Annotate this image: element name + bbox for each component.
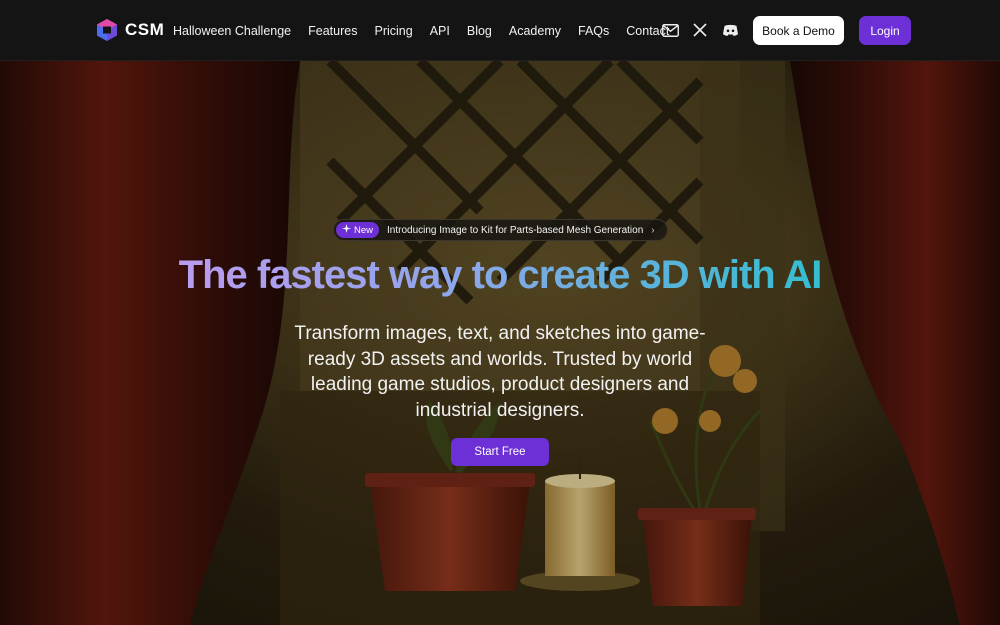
announcement-pill[interactable]: New Introducing Image to Kit for Parts-b… [333, 219, 668, 241]
new-badge: New [336, 222, 380, 238]
discord-icon[interactable] [721, 21, 739, 39]
mail-icon[interactable] [661, 21, 679, 39]
start-free-button[interactable]: Start Free [451, 438, 549, 466]
nav-features[interactable]: Features [308, 24, 357, 38]
nav-pricing[interactable]: Pricing [374, 24, 412, 38]
nav-halloween-challenge[interactable]: Halloween Challenge [173, 24, 291, 38]
nav-api[interactable]: API [430, 24, 450, 38]
login-button[interactable]: Login [859, 16, 911, 45]
announcement-text: Introducing Image to Kit for Parts-based… [387, 224, 644, 236]
social-links [661, 21, 739, 39]
hero-subtitle: Transform images, text, and sketches int… [294, 323, 706, 421]
nav-blog[interactable]: Blog [467, 24, 492, 38]
chevron-right-icon: › [651, 224, 655, 236]
sparkle-icon [342, 224, 351, 236]
new-badge-label: New [354, 224, 374, 236]
logo[interactable]: CSM [95, 18, 164, 42]
csm-logo-icon [95, 18, 119, 42]
nav-academy[interactable]: Academy [509, 24, 561, 38]
main-menu: Halloween Challenge Features Pricing API… [173, 0, 686, 61]
book-demo-button[interactable]: Book a Demo [753, 16, 844, 45]
hero-headline: The fastest way to create 3D with AI [0, 253, 1000, 298]
brand-name: CSM [125, 20, 165, 39]
nav-faqs[interactable]: FAQs [578, 24, 609, 38]
top-nav: CSM Halloween Challenge Features Pricing… [0, 0, 1000, 61]
x-icon[interactable] [691, 21, 709, 39]
